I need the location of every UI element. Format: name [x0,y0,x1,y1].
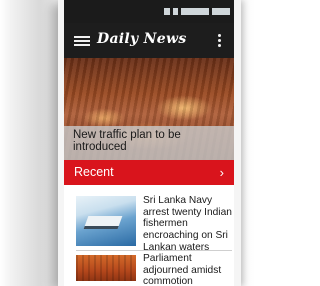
article-title: Parliament adjourned amidst commotion [143,253,222,286]
article-title: Sri Lanka Navy arrest twenty Indian fish… [143,195,232,253]
hamburger-menu-icon[interactable] [74,36,90,47]
divider [76,250,232,251]
section-header-recent[interactable]: Recent › [64,160,234,185]
boat-image [83,216,123,229]
status-bar [64,0,234,23]
wifi-icon [173,7,178,15]
section-title: Recent [74,165,114,179]
article-thumbnail [76,196,136,246]
hero-article[interactable]: New traffic plan to be introduced [64,58,234,160]
signal-icon [164,7,170,15]
chevron-right-icon: › [219,165,224,180]
hero-title: New traffic plan to be introduced [73,129,181,153]
app-bar: Daily News [64,23,234,58]
phone-frame: Daily News New traffic plan to be introd… [58,0,241,286]
more-vertical-icon[interactable] [218,34,222,48]
battery-icon [212,7,230,15]
hero-caption: New traffic plan to be introduced [64,126,234,160]
list-item[interactable]: Sri Lanka Navy arrest twenty Indian fish… [64,193,234,253]
list-item[interactable]: Parliament adjourned amidst commotion [64,253,234,286]
phone-screen: Daily News New traffic plan to be introd… [64,0,234,286]
app-logo: Daily News [97,31,187,47]
status-indicators [181,7,209,15]
status-icons [164,6,230,16]
article-thumbnail [76,255,136,281]
